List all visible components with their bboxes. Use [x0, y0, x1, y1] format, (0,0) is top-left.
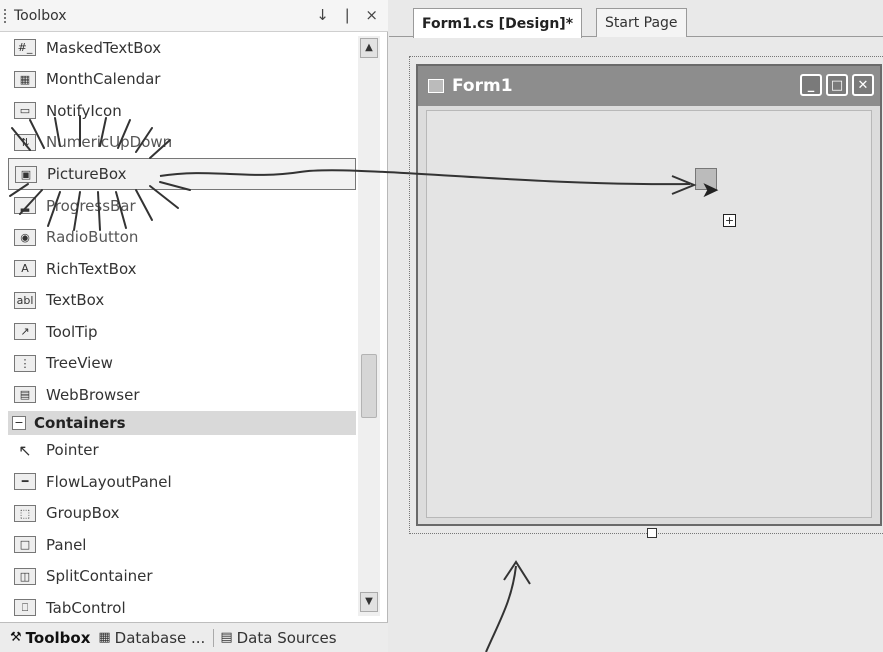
toolbox-item-textbox[interactable]: abl TextBox [8, 285, 356, 317]
toolbox-item-panel[interactable]: □ Panel [8, 529, 356, 561]
designer-area: Form1.cs [Design]* Start Page Form1 _ □ … [389, 0, 883, 652]
drag-copy-plus-icon: + [723, 214, 736, 227]
toolbox-tab-icon: ⚒ [10, 630, 22, 645]
category-containers[interactable]: − Containers [8, 410, 356, 435]
toolbox-item-label: FlowLayoutPanel [46, 472, 172, 491]
scroll-up-icon[interactable]: ▲ [360, 38, 378, 58]
toolbox-item-splitcontainer[interactable]: ◫ SplitContainer [8, 561, 356, 593]
toolbox-tabs: ⚒ Toolbox ▦ Database ... ▤ Data Sources [0, 622, 388, 652]
database-tab-icon: ▦ [98, 630, 111, 645]
panel-icon: □ [14, 536, 36, 554]
notify-icon: ▭ [14, 102, 36, 120]
form-titlebar[interactable]: Form1 _ □ ✕ [418, 66, 880, 106]
toolbox-item-maskedtextbox[interactable]: #_ MaskedTextBox [8, 32, 356, 64]
richtextbox-icon: A [14, 260, 36, 278]
document-tabs: Form1.cs [Design]* Start Page [389, 0, 883, 38]
toolbox-item-flowlayoutpanel[interactable]: ━ FlowLayoutPanel [8, 466, 356, 498]
toolbox-item-label: SplitContainer [46, 567, 153, 586]
toolbox-item-label: Pointer [46, 441, 99, 460]
toolbox-item-label: ToolTip [46, 322, 98, 341]
toolbox-item-label: Panel [46, 535, 87, 554]
toolbox-item-richtextbox[interactable]: A RichTextBox [8, 253, 356, 285]
tab-toolbox[interactable]: ⚒ Toolbox [10, 629, 90, 647]
toolbox-item-webbrowser[interactable]: ▤ WebBrowser [8, 379, 356, 411]
pointer-icon: ↖ [18, 440, 32, 460]
toolbox-item-progressbar[interactable]: ▂ ProgressBar [8, 190, 356, 222]
tab-data-sources[interactable]: ▤ Data Sources [213, 628, 337, 647]
webbrowser-icon: ▤ [14, 386, 36, 404]
toolbox-panel: Toolbox ↓ ❘ × #_ MaskedTextBox ▦ MonthCa… [0, 0, 388, 652]
form-icon [428, 79, 444, 93]
toolbox-item-picturebox[interactable]: ▣ PictureBox [8, 158, 356, 190]
toolbox-item-tabcontrol[interactable]: ⎕ TabControl [8, 592, 356, 622]
picturebox-icon: ▣ [15, 165, 37, 183]
collapse-icon[interactable]: − [12, 415, 26, 430]
tab-database-explorer[interactable]: ▦ Database ... [98, 629, 205, 647]
toolbox-item-label: RichTextBox [46, 259, 137, 278]
masked-textbox-icon: #_ [14, 39, 36, 57]
grip-icon[interactable] [4, 8, 12, 23]
toolbox-item-numericupdown[interactable]: ⇅ NumericUpDown [8, 127, 356, 159]
tab-start-page[interactable]: Start Page [596, 8, 687, 37]
toolbox-title: Toolbox [14, 7, 67, 24]
tab-label: Toolbox [25, 628, 91, 647]
datasources-tab-icon: ▤ [220, 630, 233, 645]
flowlayoutpanel-icon: ━ [14, 473, 36, 491]
toolbox-titlebar[interactable]: Toolbox ↓ ❘ × [0, 0, 388, 32]
toolbox-item-label: GroupBox [46, 504, 120, 523]
toolbox-item-label: ProgressBar [46, 196, 136, 215]
toolbox-item-groupbox[interactable]: ⬚ GroupBox [8, 498, 356, 530]
mouse-cursor-icon: ➤ [701, 178, 720, 203]
tabcontrol-icon: ⎕ [14, 599, 36, 617]
toolbox-item-label: TreeView [46, 354, 113, 373]
toolbox-item-label: NotifyIcon [46, 101, 122, 120]
close-icon[interactable]: × [365, 6, 378, 24]
toolbox-item-label: NumericUpDown [46, 133, 173, 152]
tab-form1-design[interactable]: Form1.cs [Design]* [413, 8, 583, 38]
form-title: Form1 [452, 76, 513, 96]
calendar-icon: ▦ [14, 70, 36, 88]
textbox-icon: abl [14, 291, 36, 309]
tab-label: Data Sources [236, 628, 337, 647]
minimize-icon[interactable]: _ [800, 74, 822, 96]
form-client-area[interactable] [426, 110, 872, 518]
radiobutton-icon: ◉ [14, 228, 36, 246]
close-window-icon[interactable]: ✕ [852, 74, 874, 96]
progressbar-icon: ▂ [14, 197, 36, 215]
numeric-updown-icon: ⇅ [14, 133, 36, 151]
toolbox-item-notifyicon[interactable]: ▭ NotifyIcon [8, 95, 356, 127]
tab-label: Database ... [114, 628, 206, 647]
category-label: Containers [34, 413, 126, 432]
toolbox-item-label: WebBrowser [46, 385, 140, 404]
toolbox-item-label: MaskedTextBox [46, 38, 162, 57]
toolbox-item-label: TextBox [46, 291, 105, 310]
toolbox-item-label: RadioButton [46, 228, 139, 247]
toolbox-item-pointer[interactable]: ↖ Pointer [8, 435, 356, 467]
maximize-icon[interactable]: □ [826, 74, 848, 96]
toolbox-item-tooltip[interactable]: ↗ ToolTip [8, 316, 356, 348]
toolbox-item-label: PictureBox [47, 165, 127, 183]
scroll-down-icon[interactable]: ▼ [360, 592, 378, 612]
dropdown-arrow-icon[interactable]: ↓ [316, 6, 329, 24]
pin-icon[interactable]: ❘ [341, 6, 354, 24]
resize-handle[interactable] [647, 528, 657, 538]
scroll-thumb[interactable] [361, 354, 377, 418]
toolbox-list: #_ MaskedTextBox ▦ MonthCalendar ▭ Notif… [8, 32, 356, 622]
toolbox-item-treeview[interactable]: ⋮ TreeView [8, 348, 356, 380]
splitcontainer-icon: ◫ [14, 567, 36, 585]
toolbox-item-monthcalendar[interactable]: ▦ MonthCalendar [8, 64, 356, 96]
tooltip-icon: ↗ [14, 323, 36, 341]
form1-window[interactable]: Form1 _ □ ✕ [416, 64, 882, 526]
groupbox-icon: ⬚ [14, 504, 36, 522]
toolbox-item-label: MonthCalendar [46, 70, 161, 89]
toolbox-item-label: TabControl [46, 598, 126, 617]
toolbox-item-radiobutton[interactable]: ◉ RadioButton [8, 222, 356, 254]
treeview-icon: ⋮ [14, 354, 36, 372]
toolbox-scrollbar[interactable]: ▲ ▼ [358, 36, 380, 616]
